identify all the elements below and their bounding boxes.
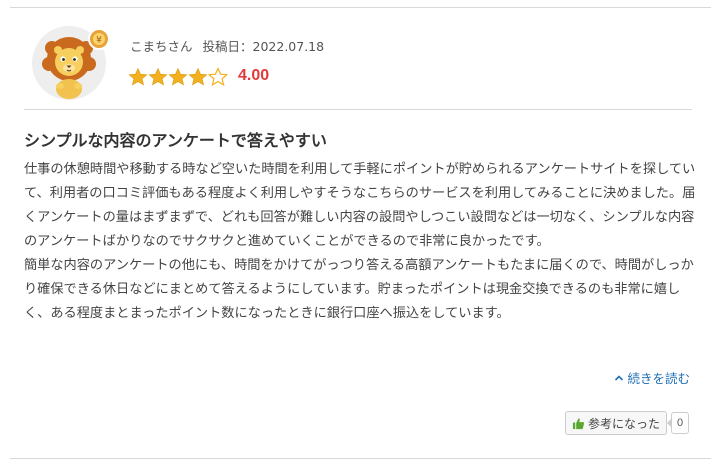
post-date: 投稿日：2022.07.18 [202,39,325,54]
star-filled-icon [188,67,208,86]
bottom-divider [10,458,711,459]
star-filled-icon [128,67,148,86]
read-more-label: 続きを読む [627,371,690,386]
helpful-count-bubble: 0 [667,411,689,435]
review-body: 仕事の休憩時間や移動する時など空いた時間を利用して手軽にポイントが貯められるアン… [24,158,696,326]
star-filled-icon [168,67,188,86]
helpful-label: 参考になった [588,416,661,431]
star-empty-icon [208,67,228,87]
star-rating [128,67,228,87]
review-paragraph: 仕事の休憩時間や移動する時など空いた時間を利用して手軽にポイントが貯められるアン… [24,162,696,249]
author-name: こまちさん [130,39,193,54]
header-divider [24,109,692,110]
svg-text:¥: ¥ [96,36,102,46]
chevron-up-icon [615,374,624,381]
review-meta: こまちさん 投稿日：2022.07.18 [130,36,324,55]
thumbs-up-icon [572,417,585,429]
star-filled-icon [148,67,168,86]
rating-value: 4.00 [238,67,270,84]
top-divider [10,7,711,8]
read-more-link[interactable]: 続きを読む [614,368,690,387]
review-title: シンプルな内容のアンケートで答えやすい [24,131,327,150]
coin-badge-icon: ¥ [88,28,110,50]
review-paragraph: 簡単な内容のアンケートの他にも、時間をかけてがっつり答える高額アンケートもたまに… [24,258,694,321]
helpful-count: 0 [671,412,689,434]
helpful-button[interactable]: 参考になった [565,411,668,435]
